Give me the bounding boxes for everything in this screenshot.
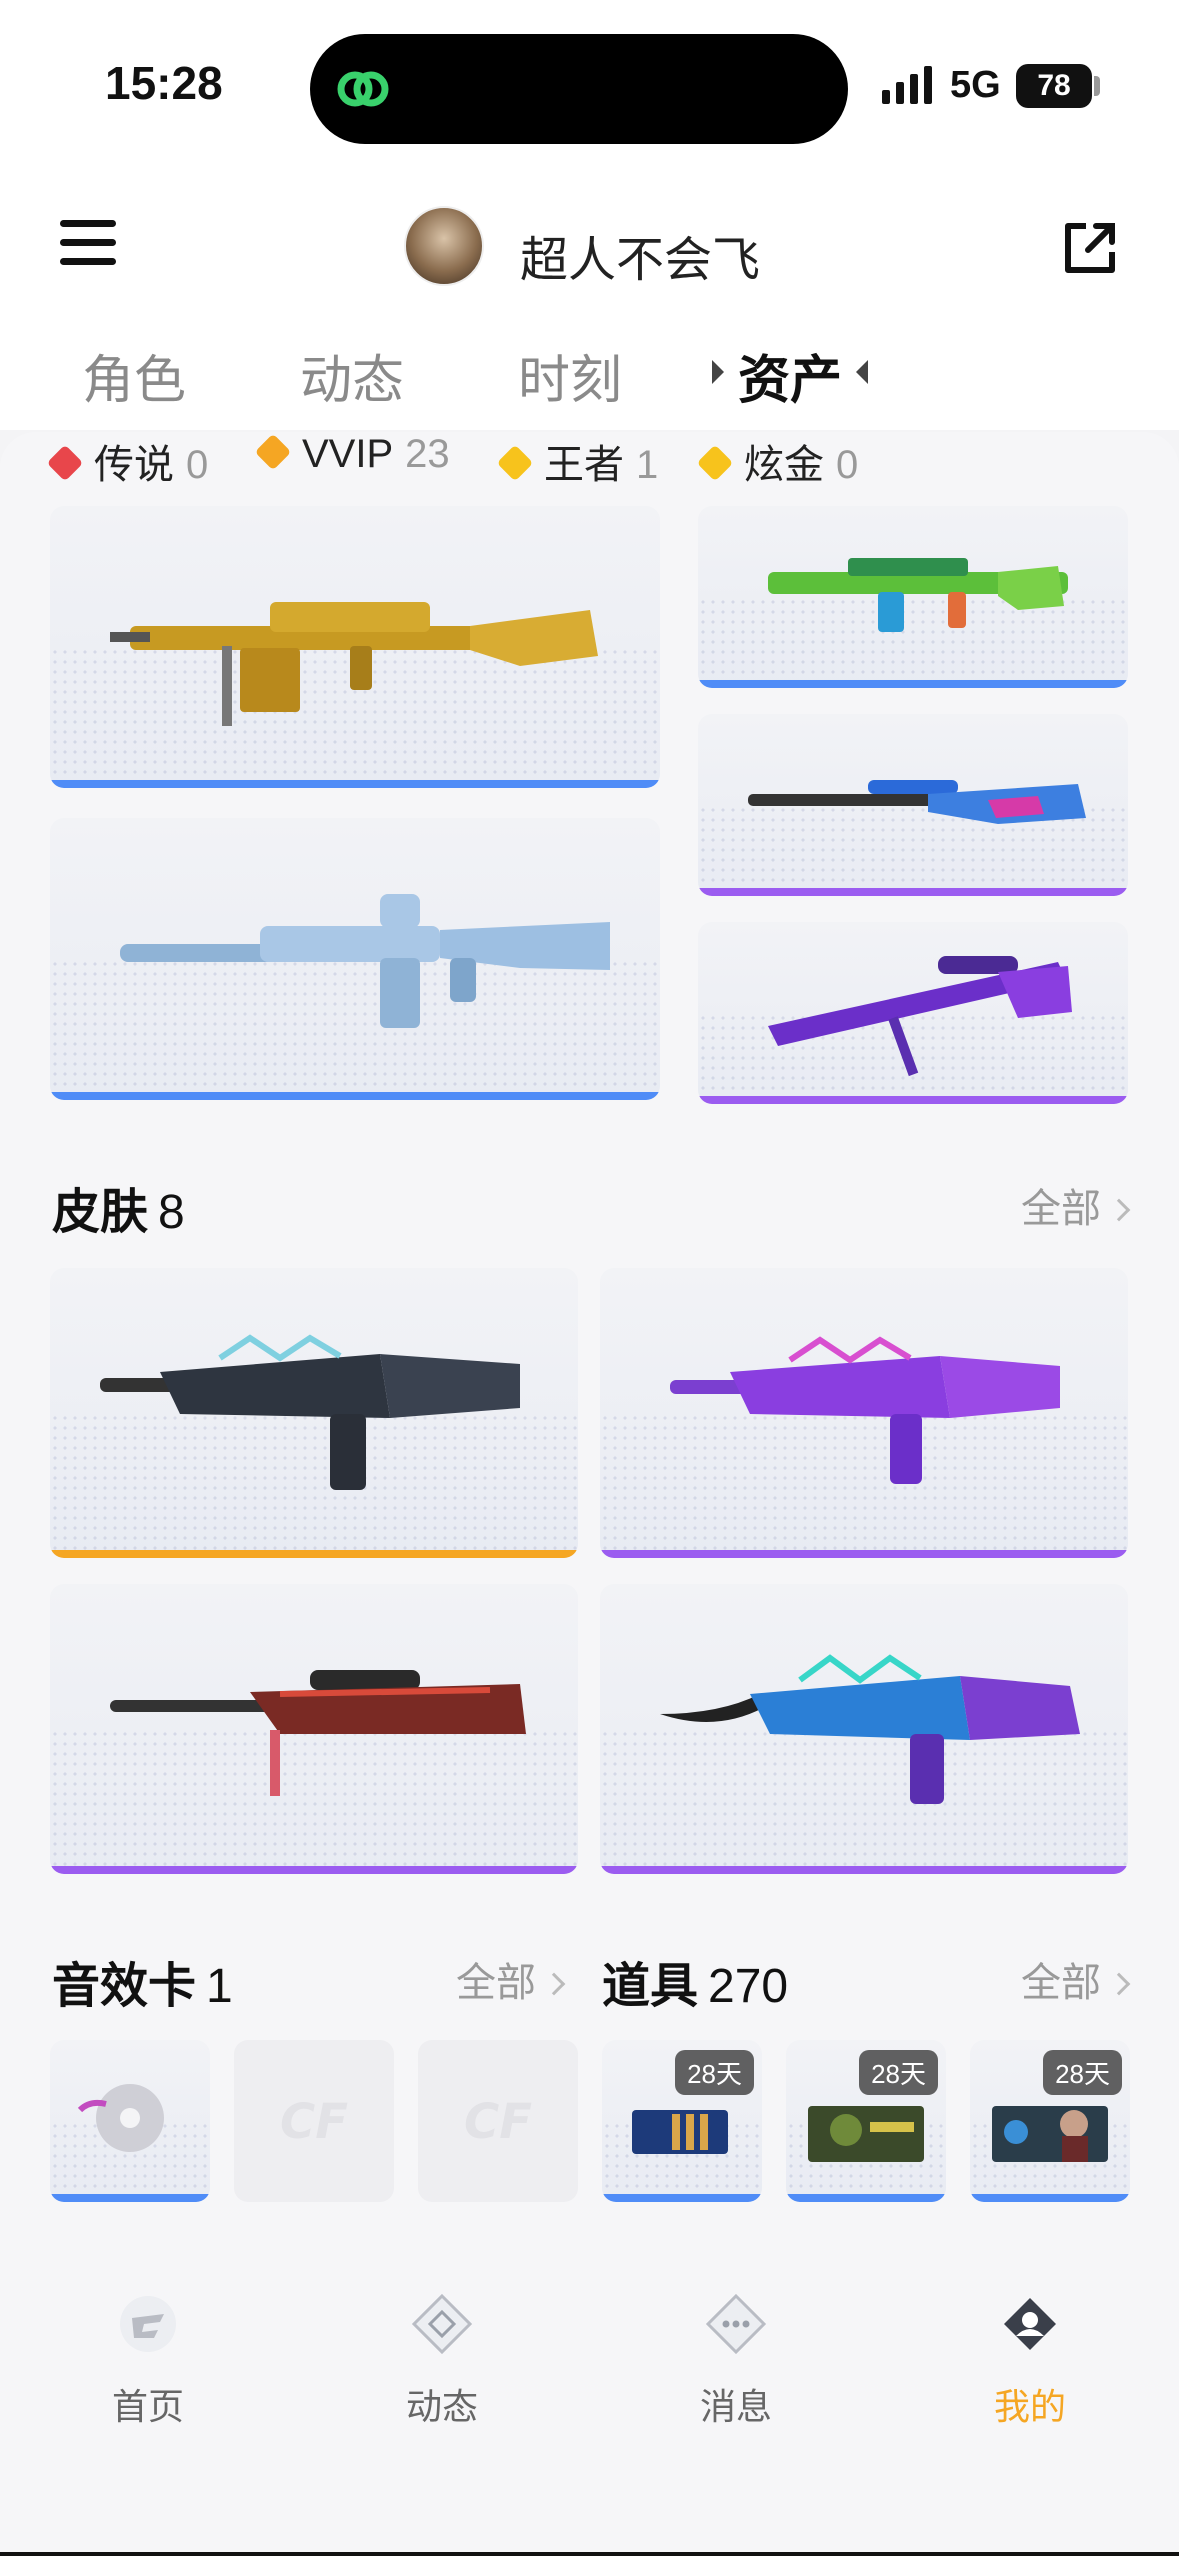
skins-view-all[interactable]: 全部 — [1021, 1176, 1131, 1234]
prop-duration-badge: 28天 — [1043, 2050, 1122, 2095]
red-sniper-image — [110, 1670, 526, 1796]
badge-gold[interactable]: 炫金 0 — [696, 432, 858, 490]
sound-card-empty: CF — [418, 2040, 578, 2202]
skin-card[interactable] — [600, 1584, 1128, 1874]
sound-card-empty: CF — [234, 2040, 394, 2202]
status-time: 15:28 — [105, 57, 223, 109]
prop-duration-badge: 28天 — [675, 2050, 754, 2095]
tab-role[interactable]: 角色 — [82, 338, 186, 413]
props-view-all[interactable]: 全部 — [1021, 1950, 1131, 2008]
profile-tabs: 角色 动态 时刻 资产 — [0, 338, 1179, 418]
shark-rifle-dark-image — [100, 1334, 520, 1490]
skins-title: 皮肤 8 — [52, 1186, 185, 1239]
battery-nub — [1094, 76, 1100, 96]
sound-cards-view-all[interactable]: 全部 — [456, 1950, 566, 2008]
message-icon — [705, 2293, 767, 2355]
tab-indicator-right-icon — [856, 360, 868, 384]
menu-icon[interactable] — [60, 220, 116, 268]
sound-cards-title: 音效卡 1 — [52, 1960, 233, 2013]
green-camo-rifle-image — [768, 558, 1068, 632]
profile-header: 超人不会飞 角色 动态 时刻 资产 — [0, 160, 1179, 430]
king-gem-icon — [496, 445, 534, 482]
skin-card[interactable] — [50, 1584, 578, 1874]
nav-feed[interactable]: 动态 — [342, 2292, 542, 2430]
tab-assets[interactable]: 资产 — [738, 338, 842, 413]
share-icon[interactable] — [1062, 220, 1118, 276]
badge-vvip[interactable]: VVIP 23 — [254, 432, 450, 477]
home-indicator — [0, 2552, 1179, 2556]
dynamic-island — [310, 34, 848, 144]
bottom-navigation: 首页 动态 消息 我的 — [0, 2240, 1179, 2556]
sound-card-item[interactable] — [50, 2040, 210, 2202]
tab-feed[interactable]: 动态 — [300, 338, 404, 413]
weapon-card[interactable] — [50, 506, 660, 788]
home-icon — [120, 2296, 176, 2352]
username: 超人不会飞 — [520, 234, 761, 287]
shark-rifle-neon-image — [660, 1654, 1080, 1804]
chevron-right-icon — [542, 1972, 566, 1996]
prop-item[interactable]: 28天 — [970, 2040, 1130, 2202]
skin-card[interactable] — [50, 1268, 578, 1558]
chevron-right-icon — [1107, 1972, 1131, 1996]
vvip-gem-icon — [254, 434, 292, 471]
cf-logo-placeholder-icon: CF — [280, 2094, 348, 2150]
profile-icon — [1004, 2298, 1056, 2350]
assets-panel: 传说 0 VVIP 23 王者 1 炫金 0 皮肤 8 全部 音效卡 1 全部 … — [0, 432, 1179, 2272]
props-title: 道具 270 — [602, 1960, 789, 2013]
svg-text:CF: CF — [464, 2094, 532, 2150]
blue-rifle-image — [120, 894, 610, 1028]
network-type: 5G — [950, 64, 1001, 106]
nav-home[interactable]: 首页 — [48, 2292, 248, 2430]
weapon-card[interactable] — [698, 922, 1128, 1104]
avatar[interactable] — [404, 206, 484, 286]
weapon-card[interactable] — [50, 818, 660, 1100]
svg-text:CF: CF — [280, 2094, 348, 2150]
prop-item[interactable]: 28天 — [602, 2040, 762, 2202]
prop-item[interactable]: 28天 — [786, 2040, 946, 2202]
cf-logo-placeholder-icon: CF — [464, 2094, 532, 2150]
chevron-right-icon — [1107, 1198, 1131, 1222]
purple-sniper-image — [768, 956, 1072, 1077]
dragon-sniper-image — [748, 780, 1086, 824]
battery-icon: 78 — [1016, 64, 1092, 108]
status-bar: 15:28 5G 78 — [0, 0, 1179, 160]
weapon-card[interactable] — [698, 506, 1128, 688]
shark-rifle-purple-image — [670, 1336, 1060, 1484]
badge-king[interactable]: 王者 1 — [496, 432, 658, 490]
feed-icon — [411, 2293, 473, 2355]
legend-gem-icon — [46, 445, 84, 482]
nav-messages[interactable]: 消息 — [636, 2292, 836, 2430]
tab-indicator-left-icon — [712, 360, 724, 384]
signal-icon — [882, 66, 932, 104]
badge-legend[interactable]: 传说 0 — [46, 432, 208, 490]
prop-duration-badge: 28天 — [859, 2050, 938, 2095]
tab-moments[interactable]: 时刻 — [518, 338, 622, 413]
gold-gem-icon — [696, 445, 734, 482]
link-app-icon — [337, 71, 389, 107]
sound-disc-icon — [77, 2084, 164, 2152]
nav-profile[interactable]: 我的 — [930, 2292, 1130, 2430]
golden-machine-gun-image — [110, 602, 598, 726]
skin-card[interactable] — [600, 1268, 1128, 1558]
weapon-card[interactable] — [698, 714, 1128, 896]
